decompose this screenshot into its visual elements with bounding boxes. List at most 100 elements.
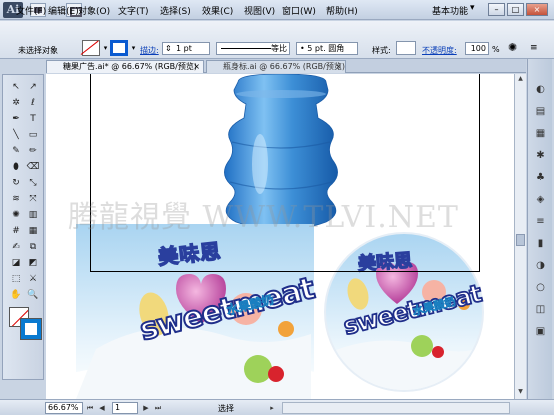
color-icon[interactable]: ◐ (533, 83, 548, 97)
stroke-weight-input[interactable]: 1 pt (162, 42, 210, 55)
first-artboard-icon[interactable]: ⏮ (86, 403, 94, 413)
menu-item-4[interactable]: 选择(S) (160, 4, 191, 17)
gradient-icon[interactable]: ▮ (533, 237, 548, 251)
menu-item-1[interactable]: 编辑(E) (48, 4, 79, 17)
live-paint-tool[interactable]: ◪ (9, 257, 23, 270)
pen-tool[interactable]: ✒ (9, 113, 23, 126)
graphic-style-select[interactable] (396, 41, 416, 55)
style-label: 样式: (372, 46, 391, 55)
close-icon[interactable]: × (193, 61, 200, 73)
rotate-tool[interactable]: ↻ (9, 177, 23, 190)
artboard-number-select[interactable]: 1 (112, 402, 138, 414)
layers-icon[interactable]: ◫ (533, 303, 548, 317)
gradient-tool[interactable]: ▦ (26, 225, 40, 238)
chevron-down-icon[interactable]: ▾ (101, 42, 110, 54)
zoom-level-select[interactable]: 66.67% (45, 402, 83, 414)
slice-tool[interactable]: ⚔ (26, 273, 40, 286)
column-graph-tool[interactable]: ▥ (26, 209, 40, 222)
scale-tool[interactable]: ⤡ (26, 177, 40, 190)
appearance-icon[interactable]: ○ (533, 281, 548, 295)
eyedropper-tool[interactable]: ✍ (9, 241, 23, 254)
opacity-input[interactable]: 100 (465, 42, 489, 55)
panel-dock: ◐ ▤ ▦ ✱ ♣ ◈ ≡ ▮ ◑ ○ ◫ ▣ (527, 59, 552, 399)
menu-item-7[interactable]: 窗口(W) (282, 4, 316, 17)
menu-item-0[interactable]: 文件(F) (16, 4, 46, 17)
artboard-tool[interactable]: ⬚ (9, 273, 23, 286)
menu-item-2[interactable]: 对象(O) (78, 4, 110, 17)
selection-status: 未选择对象 (18, 46, 58, 55)
stroke-icon[interactable]: ≡ (533, 215, 548, 229)
brushes-icon[interactable]: ✱ (533, 149, 548, 163)
menu-item-5[interactable]: 效果(C) (202, 4, 233, 17)
pencil-tool[interactable]: ✏ (26, 145, 40, 158)
profile-label: 等比 (271, 44, 287, 53)
fill-stroke-control[interactable] (9, 307, 43, 339)
graphic-styles-icon[interactable]: ◈ (533, 193, 548, 207)
tools-panel: ↖ ↗ ✲ ℓ ✒ T ╲ ▭ ✎ ✏ ⬮ ⌫ ↻ ⤡ ≋ ⤧ ✺ ▥ # ▦ ✍ ⧉ ◪ ◩ ⬚ ⚔ ✋ 🔍 (2, 74, 44, 380)
vertical-scrollbar[interactable]: ▲ ▼ (514, 74, 526, 399)
swatches-icon[interactable]: ▦ (533, 127, 548, 141)
rectangle-tool[interactable]: ▭ (26, 129, 40, 142)
zoom-tool[interactable]: 🔍 (26, 289, 40, 302)
type-tool[interactable]: T (26, 113, 40, 126)
workspace-switcher[interactable]: 基本功能 (432, 4, 468, 17)
color-guide-icon[interactable]: ▤ (533, 105, 548, 119)
main-menu (14, 22, 414, 36)
tab-bottle-label[interactable]: 瓶身标.ai @ 66.67% (RGB/预览) × (206, 60, 346, 73)
close-button[interactable]: × (526, 3, 548, 16)
stroke-panel-link[interactable]: 描边: (140, 45, 159, 56)
minimize-button[interactable]: – (488, 3, 505, 16)
variable-width-profile-select[interactable]: 等比 (216, 42, 290, 55)
free-transform-tool[interactable]: ⤧ (26, 193, 40, 206)
menu-item-8[interactable]: 帮助(H) (326, 4, 358, 17)
document-tabs: 糖果广告.ai* @ 66.67% (RGB/预览) × 瓶身标.ai @ 66… (46, 59, 526, 73)
chevron-down-icon[interactable]: ▾ (470, 3, 482, 17)
document-canvas[interactable]: 美味思 sweetmeat 水果酸奶 美味思 sweetmeat 水果酸奶 腾龍… (46, 74, 514, 399)
status-bar: 66.67% ⏮ ◀ 1 ▶ ⏭ 选择 ▸ (0, 399, 554, 415)
next-artboard-icon[interactable]: ▶ (142, 403, 150, 413)
scroll-thumb[interactable] (516, 234, 525, 246)
menu-items: 文件(F) 编辑(E) 对象(O) 文字(T) 选择(S) 效果(C) 视图(V) 窗口(W)… (14, 3, 414, 17)
transparency-icon[interactable]: ◑ (533, 259, 548, 273)
menu-item-3[interactable]: 文字(T) (118, 4, 149, 17)
fill-swatch[interactable] (82, 40, 100, 56)
magic-wand-tool[interactable]: ✲ (9, 97, 23, 110)
artboard-boundary (90, 74, 480, 272)
status-text: 选择 (218, 404, 234, 413)
watermark: 腾龍視覺 WWW.TLVI.NET (68, 200, 459, 235)
artboards-icon[interactable]: ▣ (533, 325, 548, 339)
symbols-icon[interactable]: ♣ (533, 171, 548, 185)
menu-item-6[interactable]: 视图(V) (244, 4, 275, 17)
stroke-swatch[interactable] (110, 40, 128, 56)
symbol-sprayer-tool[interactable]: ✺ (9, 209, 23, 222)
eraser-tool[interactable]: ⌫ (26, 161, 40, 174)
lasso-tool[interactable]: ℓ (26, 97, 40, 110)
opacity-panel-link[interactable]: 不透明度: (422, 45, 457, 56)
horizontal-scrollbar[interactable] (282, 402, 510, 414)
scroll-down-icon[interactable]: ▼ (516, 388, 525, 395)
selection-tool[interactable]: ↖ (9, 81, 23, 94)
panel-menu-icon[interactable]: ≡ (530, 41, 544, 55)
previous-artboard-icon[interactable]: ◀ (98, 403, 106, 413)
mesh-tool[interactable]: # (9, 225, 23, 238)
paintbrush-tool[interactable]: ✎ (9, 145, 23, 158)
tab-label: 瓶身标.ai @ 66.67% (RGB/预览) (223, 62, 345, 71)
live-paint-selection-tool[interactable]: ◩ (26, 257, 40, 270)
tab-candy-ad[interactable]: 糖果广告.ai* @ 66.67% (RGB/预览) × (46, 60, 204, 73)
blob-brush-tool[interactable]: ⬮ (9, 161, 23, 174)
width-tool[interactable]: ≋ (9, 193, 23, 206)
status-menu-icon[interactable]: ▸ (268, 403, 276, 413)
recolor-artwork-icon[interactable]: ✺ (508, 41, 524, 55)
blend-tool[interactable]: ⧉ (26, 241, 40, 254)
brush-definition-select[interactable]: • 5 pt. 圆角 (296, 42, 358, 55)
last-artboard-icon[interactable]: ⏭ (154, 403, 162, 413)
tab-label: 糖果广告.ai* @ 66.67% (RGB/预览) (63, 62, 197, 71)
line-tool[interactable]: ╲ (9, 129, 23, 142)
stroke-box[interactable] (21, 319, 41, 339)
direct-selection-tool[interactable]: ↗ (26, 81, 40, 94)
maximize-button[interactable]: □ (507, 3, 524, 16)
close-icon[interactable]: × (335, 61, 342, 73)
chevron-down-icon[interactable]: ▾ (129, 42, 138, 54)
scroll-up-icon[interactable]: ▲ (516, 75, 525, 82)
hand-tool[interactable]: ✋ (9, 289, 23, 302)
